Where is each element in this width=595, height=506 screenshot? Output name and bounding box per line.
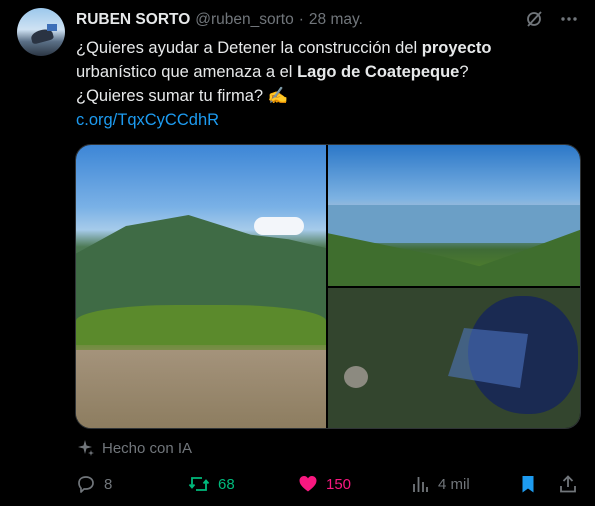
repost-button[interactable]: 68 [188,472,235,496]
cloud-shape [254,217,304,235]
bookmark-button[interactable] [518,472,546,496]
header-separator: · [298,11,304,28]
lake-shape [328,205,580,243]
media-photo-satellite-map[interactable] [328,288,580,428]
tweet-text: ¿Quieres ayudar a Detener la construcció… [76,36,576,132]
trees-shape [76,305,326,345]
reply-icon [78,476,94,493]
repost-icon [188,477,210,491]
views-icon [413,477,428,492]
text-line2-end: ? [459,63,469,81]
avatar[interactable] [17,8,65,56]
text-line2-bold: Lago de Coatepeque [297,63,460,81]
author-handle[interactable]: @ruben_sorto [195,11,293,29]
text-line1-bold: proyecto [421,39,492,57]
more-icon[interactable] [558,8,580,30]
map-crater-shape [344,366,368,388]
views-count: 4 mil [438,475,470,493]
media-grid [75,144,581,429]
share-button[interactable] [558,472,586,496]
text-line3: ¿Quieres sumar tu firma? ✍️ [76,87,289,105]
repost-count: 68 [218,475,235,493]
field-shape [76,350,326,428]
reply-button[interactable]: 8 [76,472,112,496]
ai-label: Hecho con IA [76,437,192,459]
text-line1: ¿Quieres ayudar a Detener la construcció… [76,39,422,57]
share-icon [560,475,576,493]
views-button[interactable]: 4 mil [410,472,470,496]
tweet-date[interactable]: 28 may. [309,11,363,29]
sparkle-icon [76,438,96,458]
media-divider-horizontal [328,286,580,288]
like-count: 150 [326,475,352,493]
media-photo-mountain[interactable] [76,145,326,428]
tweet[interactable]: RUBEN SORTO @ruben_sorto · 28 may. ¿Quie… [0,0,595,506]
ai-label-text: Hecho con IA [102,439,193,457]
tweet-link[interactable]: c.org/TqxCyCCdhR [76,108,576,132]
action-bar: 8 68 150 4 mil [76,472,581,496]
author-name[interactable]: RUBEN SORTO [76,11,190,29]
avatar-flag [47,24,57,31]
grok-icon[interactable] [523,8,545,30]
bookmark-icon [522,476,534,493]
reply-count: 8 [104,475,113,493]
tweet-header: RUBEN SORTO @ruben_sorto · 28 may. [76,10,363,30]
text-line2: urbanístico que amenaza a el [76,63,298,81]
like-button[interactable]: 150 [298,472,351,496]
like-icon [299,476,317,492]
map-zone-shape [448,328,528,388]
media-photo-lake[interactable] [328,145,580,286]
